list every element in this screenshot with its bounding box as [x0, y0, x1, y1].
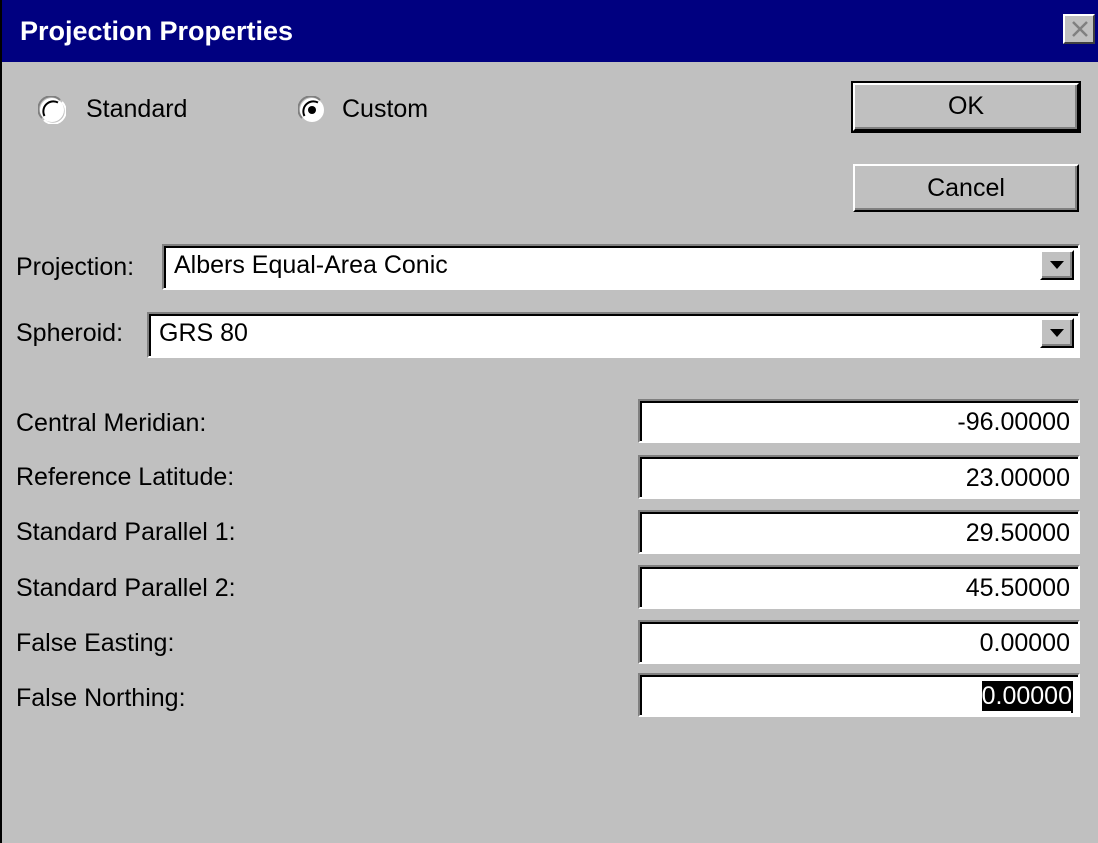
close-icon [1072, 21, 1088, 37]
custom-label[interactable]: Custom [342, 94, 428, 124]
reference-latitude-field[interactable]: 23.00000 [638, 455, 1080, 499]
false-easting-value: 0.00000 [979, 629, 1070, 657]
window-title: Projection Properties [20, 16, 294, 46]
projection-properties-dialog: Projection Properties Standard Custom OK [0, 0, 1098, 843]
false-northing-value: 0.00000 [981, 681, 1072, 711]
custom-radio[interactable] [298, 96, 326, 124]
chevron-down-icon [1050, 261, 1064, 269]
projection-label: Projection: [16, 253, 135, 281]
chevron-down-icon [1050, 329, 1064, 337]
standard-parallel-1-value: 29.50000 [965, 519, 1070, 547]
standard-parallel-2-value: 45.50000 [965, 574, 1070, 602]
standard-parallel-2-field[interactable]: 45.50000 [638, 565, 1080, 609]
standard-label[interactable]: Standard [86, 94, 187, 124]
title-bar[interactable]: Projection Properties [2, 0, 1098, 62]
text-caret [1071, 681, 1073, 713]
radio-selected-dot [308, 106, 316, 114]
spheroid-dropdown-button[interactable] [1040, 318, 1074, 348]
projection-dropdown-button[interactable] [1040, 250, 1074, 280]
projection-value: Albers Equal-Area Conic [174, 251, 448, 279]
projection-select[interactable]: Albers Equal-Area Conic [162, 244, 1080, 290]
spheroid-select[interactable]: GRS 80 [147, 312, 1080, 358]
central-meridian-value: -96.00000 [957, 408, 1070, 436]
false-northing-label: False Northing: [16, 684, 186, 712]
central-meridian-field[interactable]: -96.00000 [638, 399, 1080, 443]
reference-latitude-value: 23.00000 [965, 464, 1070, 492]
ok-button[interactable]: OK [851, 81, 1081, 133]
false-northing-field[interactable]: 0.00000 [638, 673, 1080, 717]
standard-parallel-1-field[interactable]: 29.50000 [638, 510, 1080, 554]
spheroid-label: Spheroid: [16, 319, 124, 347]
reference-latitude-label: Reference Latitude: [16, 463, 235, 491]
central-meridian-label: Central Meridian: [16, 409, 207, 437]
standard-parallel-1-label: Standard Parallel 1: [16, 518, 236, 546]
standard-radio[interactable] [38, 96, 66, 124]
cancel-button[interactable]: Cancel [853, 164, 1079, 212]
spheroid-value: GRS 80 [159, 319, 248, 347]
false-easting-field[interactable]: 0.00000 [638, 620, 1080, 664]
close-button[interactable] [1063, 14, 1095, 44]
cancel-button-label: Cancel [927, 174, 1005, 202]
false-easting-label: False Easting: [16, 629, 175, 657]
standard-parallel-2-label: Standard Parallel 2: [16, 574, 236, 602]
ok-button-label: OK [947, 92, 985, 120]
